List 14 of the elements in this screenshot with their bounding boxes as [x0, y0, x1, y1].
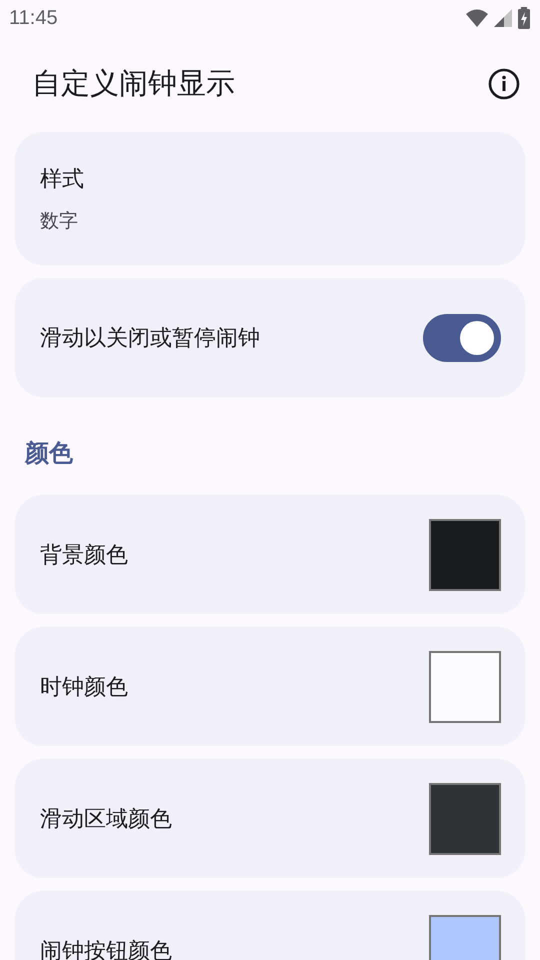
setting-card[interactable]: 时钟颜色 — [15, 627, 525, 746]
setting-label: 样式 — [40, 166, 84, 194]
setting-card[interactable]: 背景颜色 — [15, 495, 525, 614]
setting-value: 数字 — [40, 208, 79, 234]
setting-label: 时钟颜色 — [40, 674, 128, 702]
screen-title: 自定义闹钟显示 — [32, 65, 235, 102]
setting-label: 滑动以关闭或暂停闹钟 — [40, 324, 260, 352]
setting-label: 背景颜色 — [40, 542, 128, 570]
status-time: 11:45 — [9, 6, 58, 30]
setting-card[interactable]: 样式 数字 — [15, 132, 525, 265]
section-header: 颜色 — [24, 438, 74, 469]
setting-card[interactable]: 滑动区域颜色 — [15, 759, 525, 878]
setting-card[interactable]: 滑动以关闭或暂停闹钟 — [15, 278, 525, 397]
setting-label: 滑动区域颜色 — [40, 806, 172, 834]
